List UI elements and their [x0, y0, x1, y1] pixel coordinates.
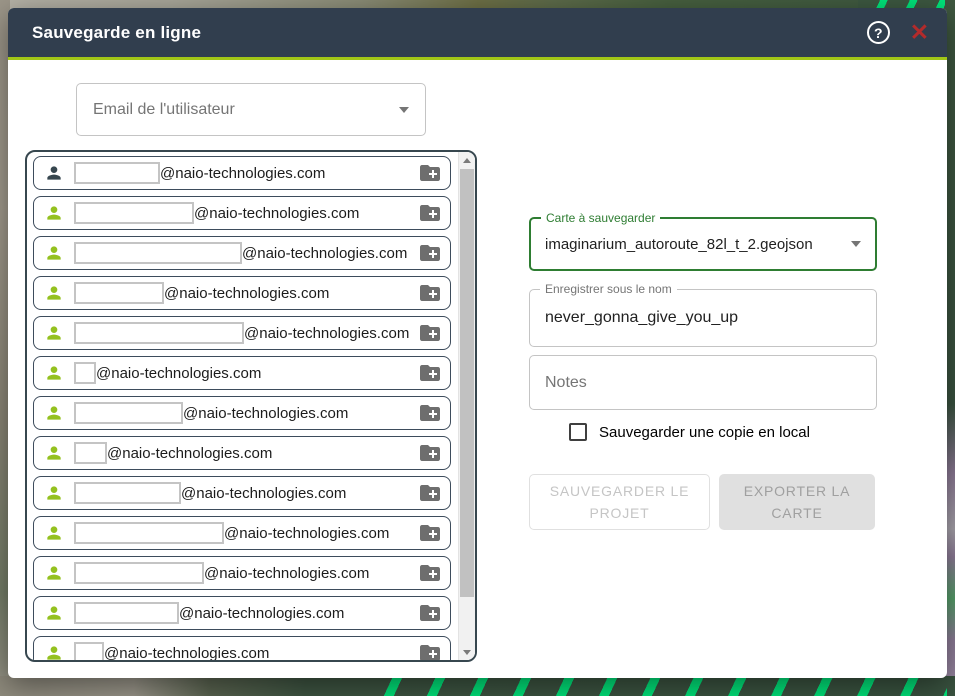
user-email-domain: @naio-technologies.com [96, 365, 261, 382]
user-row[interactable]: @naio-technologies.com [33, 396, 451, 430]
notes-field[interactable]: Notes [529, 355, 877, 410]
user-email-select[interactable]: Email de l'utilisateur [76, 83, 426, 136]
scroll-up-button[interactable] [459, 152, 475, 168]
header-accent-line [8, 57, 947, 60]
masked-email-prefix [74, 362, 96, 384]
person-icon [44, 203, 64, 223]
user-email-domain: @naio-technologies.com [160, 165, 325, 182]
add-to-folder-icon[interactable] [418, 281, 442, 305]
masked-email-prefix [74, 522, 224, 544]
user-email-domain: @naio-technologies.com [194, 205, 359, 222]
notes-placeholder: Notes [545, 374, 587, 392]
user-row[interactable]: @naio-technologies.com [33, 156, 451, 190]
person-icon [44, 643, 64, 660]
user-email-select-placeholder: Email de l'utilisateur [93, 101, 235, 119]
masked-email-prefix [74, 282, 164, 304]
person-icon [44, 363, 64, 383]
scrollbar-thumb[interactable] [460, 169, 474, 597]
add-to-folder-icon[interactable] [418, 161, 442, 185]
user-row[interactable]: @naio-technologies.com [33, 516, 451, 550]
user-row[interactable]: @naio-technologies.com [33, 236, 451, 270]
chevron-down-icon [851, 241, 861, 247]
user-email-domain: @naio-technologies.com [104, 645, 269, 661]
person-icon [44, 163, 64, 183]
person-icon [44, 443, 64, 463]
save-name-field[interactable]: Enregistrer sous le nom never_gonna_give… [529, 289, 877, 347]
user-row[interactable]: @naio-technologies.com [33, 436, 451, 470]
person-icon [44, 563, 64, 583]
save-name-label: Enregistrer sous le nom [540, 282, 677, 296]
dialog-title: Sauvegarde en ligne [8, 23, 201, 43]
save-name-value: never_gonna_give_you_up [545, 309, 738, 327]
user-list-items: @naio-technologies.com @naio-technologie… [27, 152, 475, 660]
scroll-down-button[interactable] [459, 644, 475, 660]
user-email-domain: @naio-technologies.com [164, 285, 329, 302]
map-to-save-value: imaginarium_autoroute_82l_t_2.geojson [545, 236, 813, 253]
local-copy-checkbox[interactable] [569, 423, 587, 441]
user-email-domain: @naio-technologies.com [244, 325, 409, 342]
map-to-save-label: Carte à sauvegarder [541, 211, 660, 225]
add-to-folder-icon[interactable] [418, 201, 442, 225]
header-actions: ? ✕ [867, 21, 947, 44]
user-email-domain: @naio-technologies.com [224, 525, 389, 542]
online-backup-dialog: Sauvegarde en ligne ? ✕ Email de l'utili… [8, 8, 947, 678]
masked-email-prefix [74, 562, 204, 584]
save-project-button[interactable]: SAUVEGARDER LE PROJET [529, 474, 710, 530]
masked-email-prefix [74, 162, 160, 184]
user-email-domain: @naio-technologies.com [242, 245, 407, 262]
user-row[interactable]: @naio-technologies.com [33, 316, 451, 350]
map-to-save-select[interactable]: Carte à sauvegarder imaginarium_autorout… [529, 217, 877, 271]
user-row[interactable]: @naio-technologies.com [33, 196, 451, 230]
user-email-domain: @naio-technologies.com [183, 405, 348, 422]
close-icon[interactable]: ✕ [910, 21, 929, 44]
add-to-folder-icon[interactable] [418, 641, 442, 660]
masked-email-prefix [74, 642, 104, 660]
map-path-stripes-bottom [360, 676, 947, 696]
add-to-folder-icon[interactable] [418, 561, 442, 585]
masked-email-prefix [74, 442, 107, 464]
person-icon [44, 483, 64, 503]
add-to-folder-icon[interactable] [418, 241, 442, 265]
person-icon [44, 523, 64, 543]
masked-email-prefix [74, 602, 179, 624]
person-icon [44, 323, 64, 343]
person-icon [44, 283, 64, 303]
user-row[interactable]: @naio-technologies.com [33, 356, 451, 390]
user-email-domain: @naio-technologies.com [179, 605, 344, 622]
chevron-down-icon [399, 107, 409, 113]
masked-email-prefix [74, 482, 181, 504]
user-email-domain: @naio-technologies.com [107, 445, 272, 462]
user-email-domain: @naio-technologies.com [181, 485, 346, 502]
add-to-folder-icon[interactable] [418, 601, 442, 625]
user-list-scrollbar[interactable] [458, 152, 475, 660]
masked-email-prefix [74, 402, 183, 424]
add-to-folder-icon[interactable] [418, 481, 442, 505]
user-row[interactable]: @naio-technologies.com [33, 636, 451, 660]
person-icon [44, 403, 64, 423]
user-list: @naio-technologies.com @naio-technologie… [25, 150, 477, 662]
help-icon[interactable]: ? [867, 21, 890, 44]
person-icon [44, 603, 64, 623]
masked-email-prefix [74, 322, 244, 344]
add-to-folder-icon[interactable] [418, 321, 442, 345]
add-to-folder-icon[interactable] [418, 401, 442, 425]
user-row[interactable]: @naio-technologies.com [33, 596, 451, 630]
masked-email-prefix [74, 202, 194, 224]
local-copy-checkbox-row[interactable]: Sauvegarder une copie en local [569, 423, 810, 441]
triangle-down-icon [463, 650, 471, 655]
dialog-header: Sauvegarde en ligne ? ✕ [8, 8, 947, 57]
person-icon [44, 243, 64, 263]
user-row[interactable]: @naio-technologies.com [33, 556, 451, 590]
user-row[interactable]: @naio-technologies.com [33, 276, 451, 310]
export-map-button[interactable]: EXPORTER LA CARTE [719, 474, 875, 530]
add-to-folder-icon[interactable] [418, 361, 442, 385]
add-to-folder-icon[interactable] [418, 521, 442, 545]
user-row[interactable]: @naio-technologies.com [33, 476, 451, 510]
user-email-domain: @naio-technologies.com [204, 565, 369, 582]
local-copy-label: Sauvegarder une copie en local [599, 424, 810, 441]
masked-email-prefix [74, 242, 242, 264]
add-to-folder-icon[interactable] [418, 441, 442, 465]
triangle-up-icon [463, 158, 471, 163]
